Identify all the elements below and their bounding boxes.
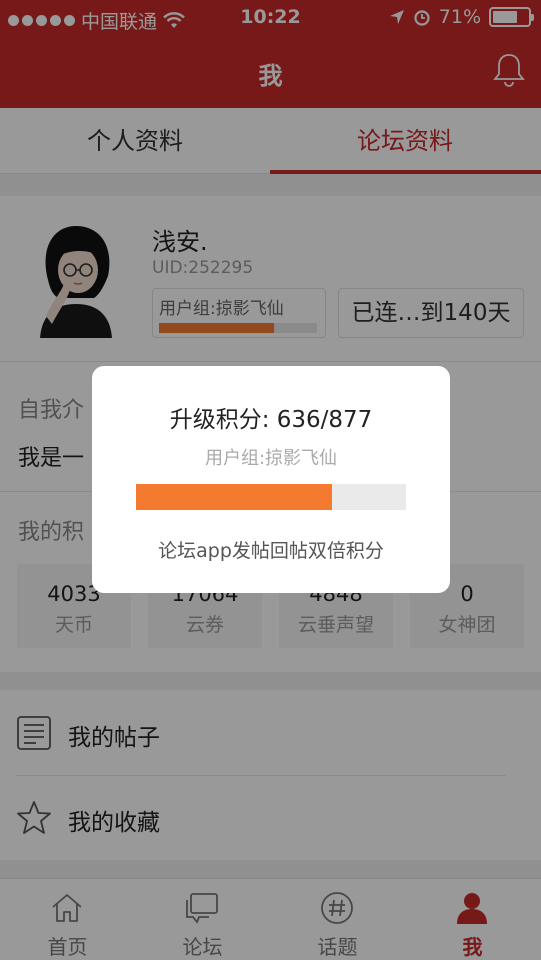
dialog-title: 升级积分: 636/877 bbox=[169, 407, 373, 433]
dialog-user-group: 用户组:掠影飞仙 bbox=[204, 448, 338, 469]
upgrade-points-dialog: 升级积分: 636/877 用户组:掠影飞仙 论坛app发帖回帖双倍积分 bbox=[92, 366, 450, 593]
dialog-progress-bar bbox=[136, 484, 406, 510]
dialog-note: 论坛app发帖回帖双倍积分 bbox=[158, 540, 384, 562]
